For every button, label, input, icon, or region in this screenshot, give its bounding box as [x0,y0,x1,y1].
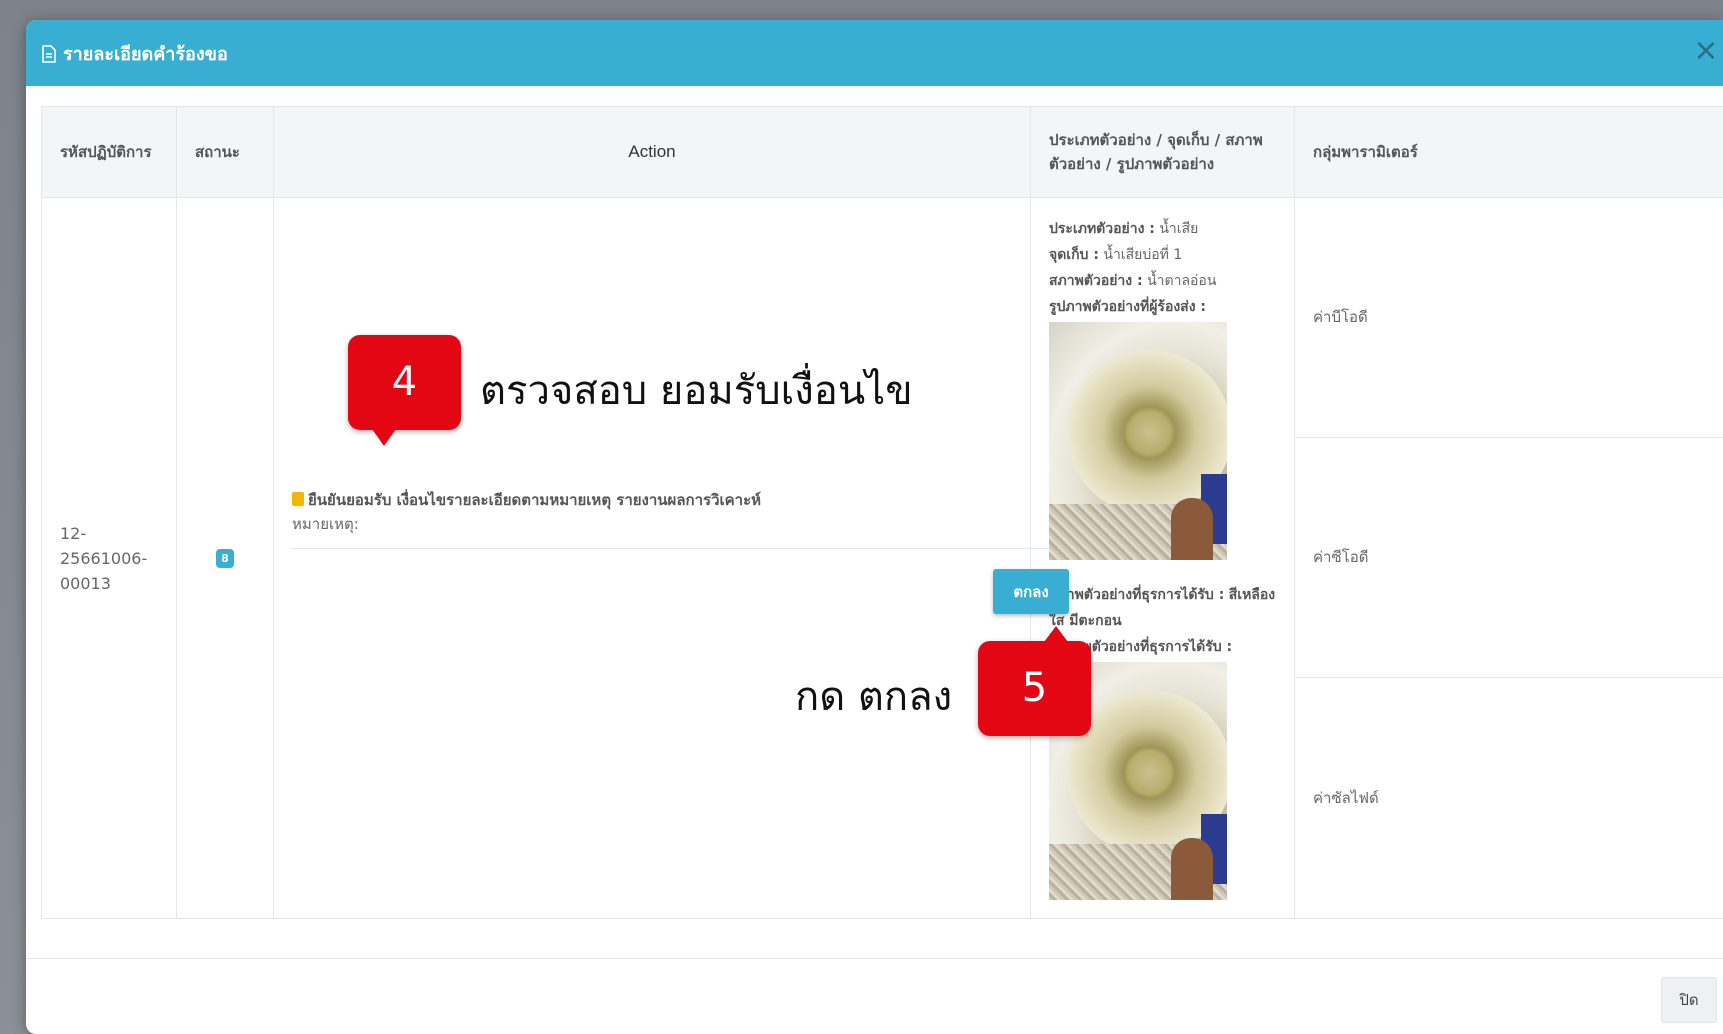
modal-title-text: รายละเอียดคำร้องขอ [63,44,228,65]
header-params: กลุ่มพารามิเตอร์ [1294,106,1723,198]
document-icon [42,44,56,63]
received-condition-label: สภาพตัวอย่างที่ธุรการได้รับ : [1049,587,1225,603]
close-button[interactable]: ปิด [1661,977,1717,1023]
sample-type-label: ประเภทตัวอย่าง : [1049,221,1155,237]
sample-type: ประเภทตัวอย่าง : น้ำเสีย [1049,216,1276,242]
status-badge: 8 [216,549,234,568]
sample-point-label: จุดเก็บ : [1049,247,1099,263]
sample-condition: สภาพตัวอย่าง : น้ำตาลอ่อน [1049,268,1276,294]
param-bod: ค่าบีโอดี [1294,197,1723,438]
photo-hand [1171,498,1213,560]
operation-code: 12-25661006-00013 [41,197,177,919]
param-sulfide: ค่าซัลไฟด์ [1294,676,1723,920]
sample-point: จุดเก็บ : น้ำเสียบ่อที่ 1 [1049,242,1276,268]
action-divider [292,548,1087,549]
sample-condition-value: น้ำตาลอ่อน [1147,273,1217,289]
note-icon [292,492,304,506]
modal-header: รายละเอียดคำร้องขอ × [26,20,1723,86]
confirm-text: ยืนยันยอมรับ เงื่อนไขรายละเอียดตามหมายเห… [308,491,762,509]
received-condition: สภาพตัวอย่างที่ธุรการได้รับ : สีเหลือง ใ… [1049,582,1276,634]
confirm-block: ยืนยันยอมรับ เงื่อนไขรายละเอียดตามหมายเห… [292,488,761,536]
param-cod: ค่าซีโอดี [1294,436,1723,678]
modal-title: รายละเอียดคำร้องขอ [42,39,228,68]
header-code: รหัสปฏิบัติการ [41,106,177,198]
sample-cell: ประเภทตัวอย่าง : น้ำเสีย จุดเก็บ : น้ำเส… [1030,197,1295,919]
header-status: สถานะ [176,106,274,198]
note-label: หมายเหตุ: [292,515,359,533]
header-sample: ประเภทตัวอย่าง / จุดเก็บ / สภาพตัวอย่าง … [1030,106,1295,198]
sample-point-value: น้ำเสียบ่อที่ 1 [1103,247,1183,263]
photo-hand [1171,838,1213,900]
step-4-text: ตรวจสอบ ยอมรับเงื่อนไข [480,368,913,414]
step-5-text: กด ตกลง [795,674,953,720]
action-cell: ยืนยันยอมรับ เงื่อนไขรายละเอียดตามหมายเห… [273,197,1087,919]
table-header-row: รหัสปฏิบัติการ สถานะ Action ประเภทตัวอย่… [41,106,1723,198]
sample-type-value: น้ำเสีย [1159,221,1199,237]
ok-button[interactable]: ตกลง [993,569,1069,614]
sender-photo-label: รูปภาพตัวอย่างที่ผู้ร้องส่ง : [1049,294,1276,320]
sample-condition-label: สภาพตัวอย่าง : [1049,273,1143,289]
header-action: Action [273,106,1031,198]
request-detail-modal: รายละเอียดคำร้องขอ × รหัสปฏิบัติการ สถาน… [26,20,1723,1034]
step-5-callout: 5 [978,626,1091,736]
sender-sample-photo[interactable] [1049,322,1227,560]
modal-footer-divider [26,958,1723,959]
status-cell: 8 [176,197,274,919]
sender-photo-label-text: รูปภาพตัวอย่างที่ผู้ร้องส่ง : [1049,299,1207,315]
step-4-callout: 4 [348,335,461,446]
request-table: รหัสปฏิบัติการ สถานะ Action ประเภทตัวอย่… [41,106,1723,920]
close-icon[interactable]: × [1689,34,1723,68]
